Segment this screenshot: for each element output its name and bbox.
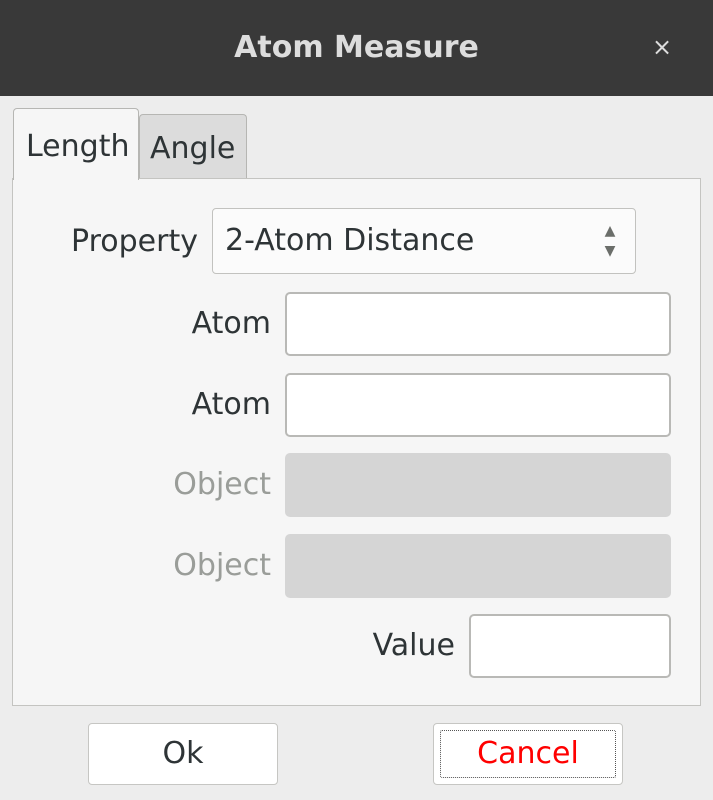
tab-length[interactable]: Length	[13, 108, 139, 180]
value-input[interactable]	[469, 614, 671, 678]
ok-button[interactable]: Ok	[88, 723, 278, 785]
select-arrows-icon: ▲ ▼	[604, 223, 616, 259]
object2-label: Object	[173, 548, 271, 583]
property-label: Property	[71, 224, 198, 259]
titlebar: Atom Measure ×	[0, 0, 713, 96]
property-select[interactable]: 2-Atom Distance ▲ ▼	[212, 208, 636, 274]
window-title: Atom Measure	[234, 30, 479, 65]
object1-input	[285, 453, 671, 517]
close-icon[interactable]: ×	[648, 33, 676, 61]
cancel-button[interactable]: Cancel	[433, 723, 623, 785]
value-label: Value	[372, 628, 455, 663]
atom1-label: Atom	[191, 306, 271, 341]
cancel-button-label: Cancel	[477, 736, 579, 771]
object2-input	[285, 534, 671, 598]
object1-label: Object	[173, 467, 271, 502]
atom1-input[interactable]	[285, 292, 671, 356]
atom2-input[interactable]	[285, 373, 671, 437]
property-select-value: 2-Atom Distance	[225, 223, 475, 258]
atom2-label: Atom	[191, 387, 271, 422]
tab-angle[interactable]: Angle	[139, 114, 247, 178]
